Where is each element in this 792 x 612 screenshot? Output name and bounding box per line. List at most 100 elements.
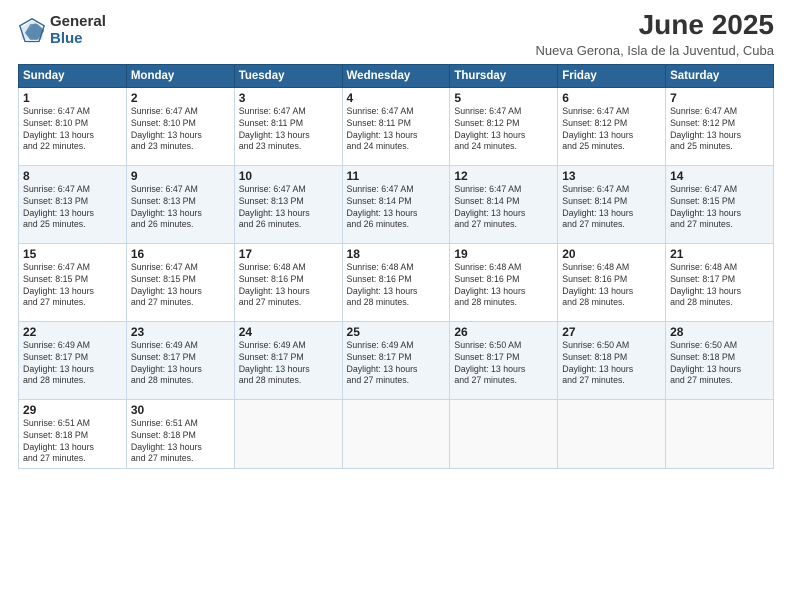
calendar-cell: 29Sunrise: 6:51 AMSunset: 8:18 PMDayligh… [19,399,127,469]
calendar-cell: 19Sunrise: 6:48 AMSunset: 8:16 PMDayligh… [450,243,558,321]
calendar-cell: 4Sunrise: 6:47 AMSunset: 8:11 PMDaylight… [342,87,450,165]
calendar-cell: 30Sunrise: 6:51 AMSunset: 8:18 PMDayligh… [126,399,234,469]
calendar-cell: 14Sunrise: 6:47 AMSunset: 8:15 PMDayligh… [666,165,774,243]
cell-details: Sunrise: 6:47 AMSunset: 8:15 PMDaylight:… [670,184,769,232]
calendar-cell [558,399,666,469]
calendar-cell: 18Sunrise: 6:48 AMSunset: 8:16 PMDayligh… [342,243,450,321]
day-number: 30 [131,403,230,417]
day-number: 2 [131,91,230,105]
calendar-cell: 2Sunrise: 6:47 AMSunset: 8:10 PMDaylight… [126,87,234,165]
day-number: 6 [562,91,661,105]
cell-details: Sunrise: 6:47 AMSunset: 8:14 PMDaylight:… [454,184,553,232]
calendar-cell: 15Sunrise: 6:47 AMSunset: 8:15 PMDayligh… [19,243,127,321]
day-number: 26 [454,325,553,339]
day-number: 14 [670,169,769,183]
calendar-cell: 8Sunrise: 6:47 AMSunset: 8:13 PMDaylight… [19,165,127,243]
day-number: 19 [454,247,553,261]
day-number: 29 [23,403,122,417]
calendar-cell: 17Sunrise: 6:48 AMSunset: 8:16 PMDayligh… [234,243,342,321]
logo-general: General [50,14,106,31]
calendar-cell [666,399,774,469]
day-header-wednesday: Wednesday [342,64,450,87]
day-header-sunday: Sunday [19,64,127,87]
calendar-cell: 23Sunrise: 6:49 AMSunset: 8:17 PMDayligh… [126,321,234,399]
cell-details: Sunrise: 6:47 AMSunset: 8:12 PMDaylight:… [454,106,553,154]
day-number: 23 [131,325,230,339]
day-number: 16 [131,247,230,261]
calendar-cell [342,399,450,469]
cell-details: Sunrise: 6:47 AMSunset: 8:11 PMDaylight:… [239,106,338,154]
cell-details: Sunrise: 6:47 AMSunset: 8:15 PMDaylight:… [23,262,122,310]
calendar-cell: 1Sunrise: 6:47 AMSunset: 8:10 PMDaylight… [19,87,127,165]
cell-details: Sunrise: 6:47 AMSunset: 8:11 PMDaylight:… [347,106,446,154]
cell-details: Sunrise: 6:50 AMSunset: 8:17 PMDaylight:… [454,340,553,388]
day-number: 27 [562,325,661,339]
calendar-cell [234,399,342,469]
cell-details: Sunrise: 6:47 AMSunset: 8:13 PMDaylight:… [239,184,338,232]
day-number: 15 [23,247,122,261]
day-number: 8 [23,169,122,183]
cell-details: Sunrise: 6:47 AMSunset: 8:12 PMDaylight:… [562,106,661,154]
cell-details: Sunrise: 6:48 AMSunset: 8:16 PMDaylight:… [562,262,661,310]
day-number: 5 [454,91,553,105]
day-number: 1 [23,91,122,105]
day-number: 12 [454,169,553,183]
cell-details: Sunrise: 6:47 AMSunset: 8:15 PMDaylight:… [131,262,230,310]
cell-details: Sunrise: 6:47 AMSunset: 8:13 PMDaylight:… [131,184,230,232]
calendar-week-row: 22Sunrise: 6:49 AMSunset: 8:17 PMDayligh… [19,321,774,399]
calendar-week-row: 15Sunrise: 6:47 AMSunset: 8:15 PMDayligh… [19,243,774,321]
logo-text: General Blue [50,14,106,47]
cell-details: Sunrise: 6:49 AMSunset: 8:17 PMDaylight:… [23,340,122,388]
cell-details: Sunrise: 6:48 AMSunset: 8:16 PMDaylight:… [454,262,553,310]
calendar-cell: 28Sunrise: 6:50 AMSunset: 8:18 PMDayligh… [666,321,774,399]
cell-details: Sunrise: 6:49 AMSunset: 8:17 PMDaylight:… [239,340,338,388]
cell-details: Sunrise: 6:48 AMSunset: 8:17 PMDaylight:… [670,262,769,310]
cell-details: Sunrise: 6:51 AMSunset: 8:18 PMDaylight:… [131,418,230,466]
cell-details: Sunrise: 6:48 AMSunset: 8:16 PMDaylight:… [347,262,446,310]
calendar-cell: 5Sunrise: 6:47 AMSunset: 8:12 PMDaylight… [450,87,558,165]
day-number: 3 [239,91,338,105]
cell-details: Sunrise: 6:47 AMSunset: 8:14 PMDaylight:… [562,184,661,232]
calendar-cell [450,399,558,469]
location-subtitle: Nueva Gerona, Isla de la Juventud, Cuba [536,43,774,58]
calendar-cell: 25Sunrise: 6:49 AMSunset: 8:17 PMDayligh… [342,321,450,399]
cell-details: Sunrise: 6:51 AMSunset: 8:18 PMDaylight:… [23,418,122,466]
cell-details: Sunrise: 6:47 AMSunset: 8:12 PMDaylight:… [670,106,769,154]
calendar-cell: 24Sunrise: 6:49 AMSunset: 8:17 PMDayligh… [234,321,342,399]
cell-details: Sunrise: 6:50 AMSunset: 8:18 PMDaylight:… [670,340,769,388]
cell-details: Sunrise: 6:47 AMSunset: 8:13 PMDaylight:… [23,184,122,232]
day-header-thursday: Thursday [450,64,558,87]
day-header-friday: Friday [558,64,666,87]
month-title: June 2025 [536,10,774,41]
calendar-cell: 21Sunrise: 6:48 AMSunset: 8:17 PMDayligh… [666,243,774,321]
cell-details: Sunrise: 6:48 AMSunset: 8:16 PMDaylight:… [239,262,338,310]
calendar-header-row: SundayMondayTuesdayWednesdayThursdayFrid… [19,64,774,87]
day-number: 28 [670,325,769,339]
day-header-monday: Monday [126,64,234,87]
calendar-cell: 6Sunrise: 6:47 AMSunset: 8:12 PMDaylight… [558,87,666,165]
calendar-cell: 26Sunrise: 6:50 AMSunset: 8:17 PMDayligh… [450,321,558,399]
cell-details: Sunrise: 6:47 AMSunset: 8:14 PMDaylight:… [347,184,446,232]
logo-blue: Blue [50,31,106,48]
calendar-cell: 27Sunrise: 6:50 AMSunset: 8:18 PMDayligh… [558,321,666,399]
day-number: 10 [239,169,338,183]
cell-details: Sunrise: 6:49 AMSunset: 8:17 PMDaylight:… [347,340,446,388]
page: General Blue June 2025 Nueva Gerona, Isl… [0,0,792,612]
day-number: 20 [562,247,661,261]
day-number: 13 [562,169,661,183]
day-number: 21 [670,247,769,261]
header: General Blue June 2025 Nueva Gerona, Isl… [18,10,774,58]
calendar-cell: 20Sunrise: 6:48 AMSunset: 8:16 PMDayligh… [558,243,666,321]
day-number: 22 [23,325,122,339]
calendar-cell: 3Sunrise: 6:47 AMSunset: 8:11 PMDaylight… [234,87,342,165]
cell-details: Sunrise: 6:47 AMSunset: 8:10 PMDaylight:… [131,106,230,154]
logo-icon [18,17,46,45]
calendar-week-row: 1Sunrise: 6:47 AMSunset: 8:10 PMDaylight… [19,87,774,165]
calendar-cell: 22Sunrise: 6:49 AMSunset: 8:17 PMDayligh… [19,321,127,399]
title-block: June 2025 Nueva Gerona, Isla de la Juven… [536,10,774,58]
day-number: 17 [239,247,338,261]
cell-details: Sunrise: 6:49 AMSunset: 8:17 PMDaylight:… [131,340,230,388]
day-number: 9 [131,169,230,183]
day-number: 11 [347,169,446,183]
cell-details: Sunrise: 6:47 AMSunset: 8:10 PMDaylight:… [23,106,122,154]
